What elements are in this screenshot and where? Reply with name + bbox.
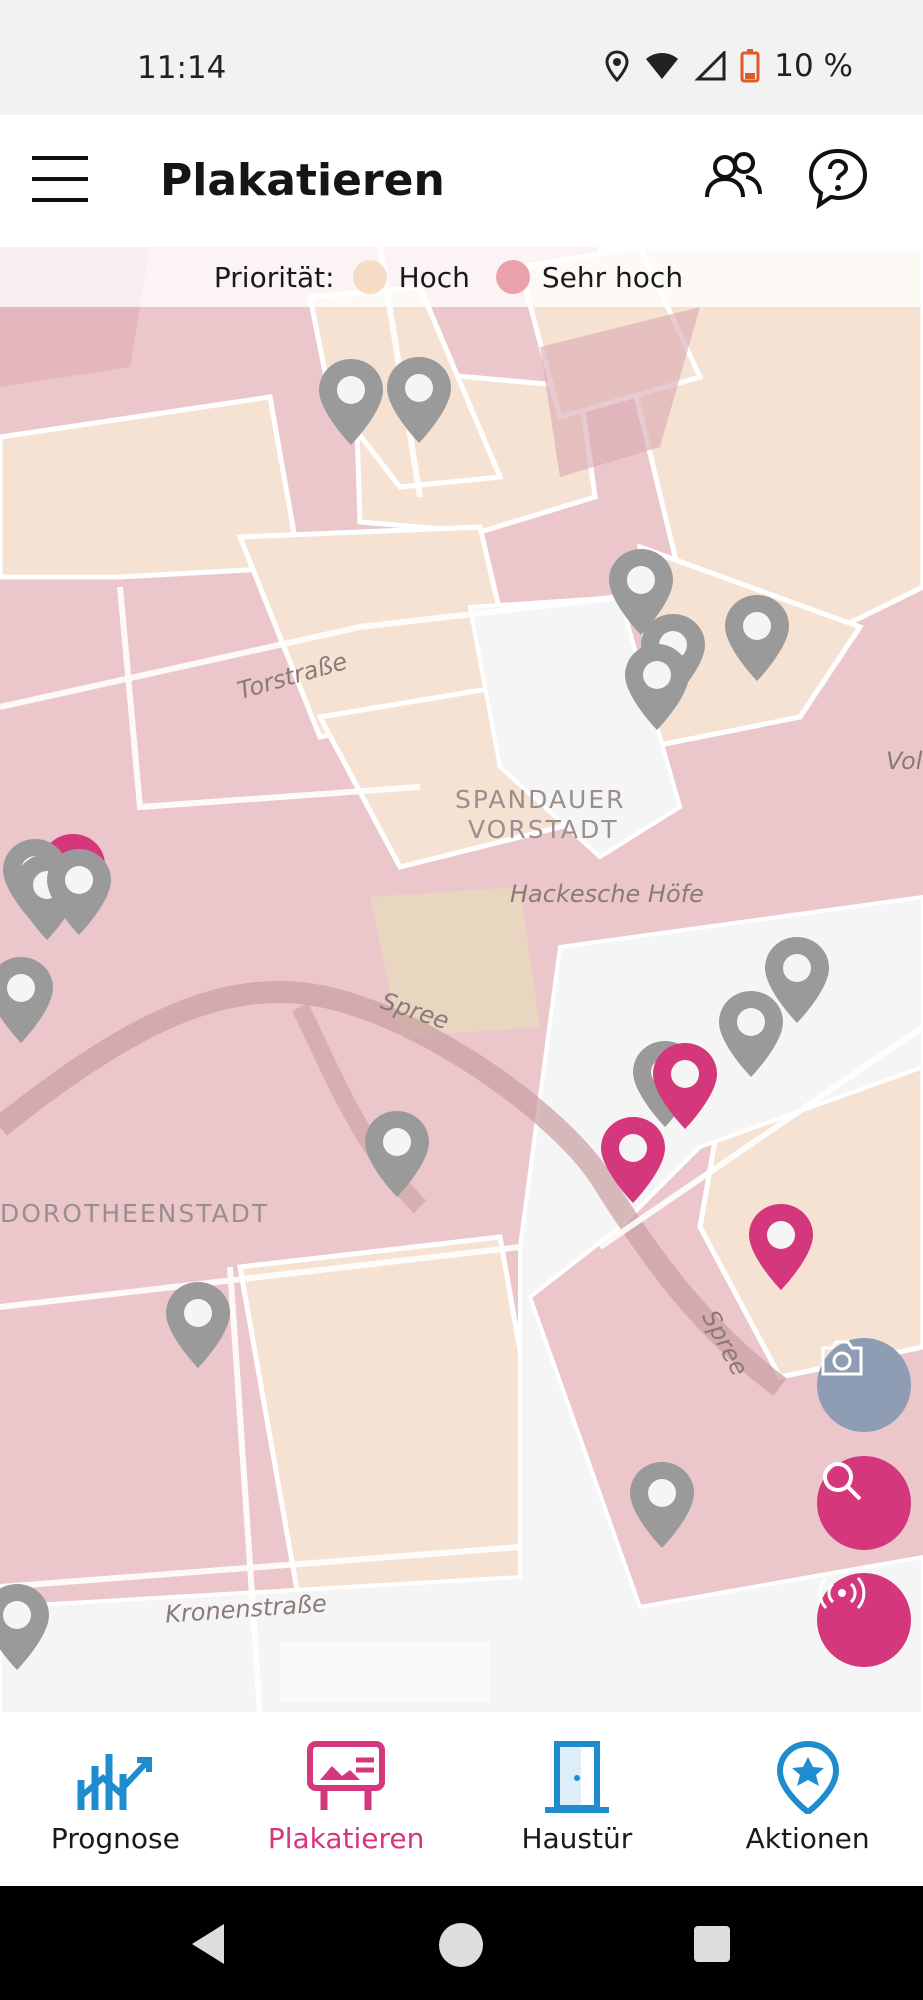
broadcast-icon: [818, 1576, 866, 1610]
help-button[interactable]: [805, 145, 871, 211]
poster-pin[interactable]: [722, 593, 792, 683]
priority-legend: Priorität: Hoch Sehr hoch: [0, 247, 923, 307]
map-label-spandauer: SPANDAUER: [455, 785, 626, 814]
poster-pin-active[interactable]: [746, 1202, 816, 1292]
star-pin-icon: [776, 1740, 839, 1814]
status-icons: 10 %: [604, 48, 853, 84]
location-broadcast-button[interactable]: [817, 1573, 911, 1667]
map-label-vol: Vol: [886, 747, 923, 775]
camera-icon: [821, 1340, 863, 1376]
map[interactable]: Torstraße SPANDAUER VORSTADT Hackesche H…: [0, 247, 923, 1714]
nav-item-plakatieren[interactable]: Plakatieren: [231, 1714, 462, 1886]
nav-label: Plakatieren: [267, 1822, 425, 1855]
door-icon: [544, 1741, 609, 1813]
poster-pin[interactable]: [44, 847, 114, 937]
battery-percent: 10 %: [774, 48, 853, 84]
poster-pin[interactable]: [0, 955, 56, 1045]
camera-button[interactable]: [817, 1338, 911, 1432]
poster-pin[interactable]: [362, 1109, 432, 1199]
nav-label: Haustür: [521, 1822, 633, 1855]
search-icon: [823, 1462, 862, 1501]
nav-label: Aktionen: [745, 1822, 870, 1855]
team-button[interactable]: [700, 145, 766, 211]
nav-label: Prognose: [50, 1822, 180, 1855]
map-label-hackesche-hoefe: Hackesche Höfe: [510, 880, 704, 908]
poster-pin-active[interactable]: [598, 1115, 668, 1205]
poster-pin[interactable]: [316, 357, 386, 447]
legend-item-label: Hoch: [398, 260, 470, 294]
page-title: Plakatieren: [160, 155, 445, 206]
poster-pin[interactable]: [163, 1280, 233, 1370]
location-icon: [605, 50, 629, 82]
back-icon[interactable]: [188, 1922, 228, 1966]
system-navigation-bar: [0, 1886, 923, 2000]
poster-pin[interactable]: [627, 1460, 697, 1550]
status-bar: 11:14 10 %: [0, 0, 923, 115]
billboard-icon: [307, 1741, 386, 1810]
signal-icon: [694, 51, 726, 81]
status-time: 11:14: [137, 50, 227, 86]
legend-item-label: Sehr hoch: [541, 260, 684, 294]
map-block: [280, 1642, 490, 1702]
legend-label: Priorität:: [213, 260, 335, 294]
menu-button[interactable]: [30, 150, 90, 210]
bottom-navigation: Prognose Plakatieren Haustür Aktionen: [0, 1714, 923, 1886]
nav-item-aktionen[interactable]: Aktionen: [692, 1714, 923, 1886]
poster-pin[interactable]: [716, 989, 786, 1079]
home-icon[interactable]: [438, 1922, 484, 1968]
nav-item-haustuer[interactable]: Haustür: [462, 1714, 693, 1886]
legend-swatch: [352, 260, 387, 294]
help-icon: [808, 148, 868, 210]
legend-swatch: [495, 260, 530, 294]
map-label-vorstadt: VORSTADT: [468, 815, 619, 844]
legend-item-sehr-hoch: Sehr hoch: [495, 260, 684, 294]
map-label-dorotheenstadt: DOROTHEENSTADT: [0, 1199, 270, 1228]
nav-item-prognose[interactable]: Prognose: [0, 1714, 231, 1886]
recents-icon[interactable]: [692, 1924, 732, 1964]
chart-icon: [77, 1754, 153, 1810]
poster-pin[interactable]: [384, 355, 454, 445]
legend-item-hoch: Hoch: [352, 260, 470, 294]
poster-pin[interactable]: [622, 642, 692, 732]
battery-icon: [740, 49, 760, 83]
map-block: [237, 1234, 563, 1610]
menu-icon: [32, 156, 88, 202]
poster-pin[interactable]: [0, 1582, 52, 1672]
search-button[interactable]: [817, 1456, 911, 1550]
people-icon: [705, 152, 762, 198]
wifi-icon: [646, 53, 679, 79]
app-bar: Plakatieren: [0, 115, 923, 247]
